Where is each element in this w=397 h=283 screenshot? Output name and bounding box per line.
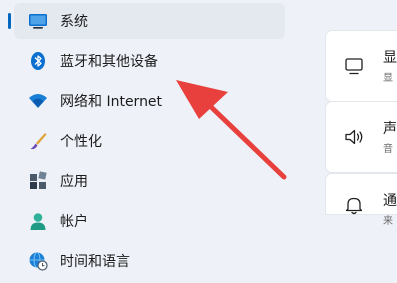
display-card[interactable]: 显 显 [326,31,397,101]
sidebar-item-label: 应用 [60,174,88,190]
wifi-icon [28,91,48,111]
sidebar-item-personalization[interactable]: 个性化 [14,123,285,159]
speaker-icon [343,126,365,148]
card-title: 显 [383,50,397,66]
monitor-icon [343,55,365,77]
sidebar-item-label: 帐户 [60,214,88,230]
bell-icon [343,194,365,216]
sidebar-item-bluetooth-devices[interactable]: 蓝牙和其他设备 [14,43,285,79]
selection-indicator [8,13,11,29]
card-title: 声 [383,121,397,137]
sidebar-item-system[interactable]: 系统 [8,3,285,39]
sidebar-item-label: 个性化 [60,134,102,150]
sidebar-item-label: 系统 [60,14,88,30]
sidebar-item-label: 时间和语言 [60,254,130,270]
user-icon [28,211,48,231]
bluetooth-icon [28,51,48,71]
sidebar-item-accounts[interactable]: 帐户 [14,203,285,239]
sidebar-item-time-language[interactable]: 时间和语言 [14,243,285,279]
card-subtitle: 音 [383,144,393,155]
apps-icon [28,171,48,191]
brush-icon [28,131,48,151]
sidebar-item-network-internet[interactable]: 网络和 Internet [14,83,285,119]
card-subtitle: 显 [383,73,393,84]
card-title: 通 [383,193,397,209]
sidebar-item-apps[interactable]: 应用 [14,163,285,199]
card-subtitle: 来 [383,216,393,227]
notifications-card[interactable]: 通 来 [326,174,397,227]
sound-card[interactable]: 声 音 [326,102,397,172]
globe-clock-icon [28,251,48,271]
sidebar-item-label: 蓝牙和其他设备 [60,54,158,70]
settings-sidebar: 系统 蓝牙和其他设备 网络和 Internet 个性化 应用 帐户 时间和语言 [8,3,285,283]
display-icon [28,11,48,31]
sidebar-item-label: 网络和 Internet [60,94,163,110]
